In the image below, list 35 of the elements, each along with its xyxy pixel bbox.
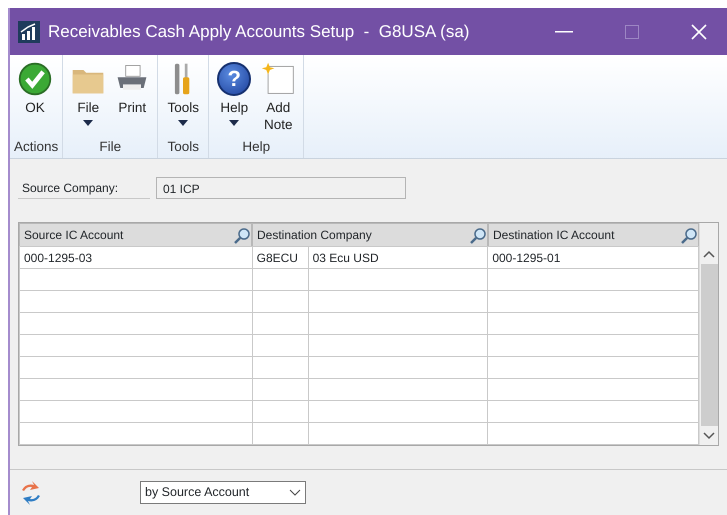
chevron-down-icon	[289, 489, 301, 496]
ribbon-button[interactable]: File	[67, 59, 110, 138]
close-icon[interactable]	[691, 24, 707, 40]
group-label: File	[98, 138, 122, 156]
ribbon-button[interactable]: ? Help	[213, 59, 256, 138]
group-label: Tools	[166, 138, 200, 156]
note-icon	[260, 61, 296, 97]
scrollbar[interactable]	[699, 223, 718, 445]
scroll-thumb[interactable]	[700, 264, 718, 426]
group-label: Help	[241, 138, 272, 156]
group-label: Actions	[14, 138, 58, 156]
lookup-icon[interactable]	[681, 226, 698, 244]
help-icon: ?	[217, 62, 252, 96]
column-header: Source IC Account	[24, 227, 124, 244]
window-title: Receivables Cash Apply Accounts Setup - G8USA (sa)	[48, 20, 470, 43]
table-cell: 03 Ecu USD	[308, 246, 488, 268]
scroll-down-icon[interactable]	[703, 432, 715, 440]
lookup-icon[interactable]	[234, 226, 251, 244]
ribbon-button[interactable]: OK	[14, 59, 56, 138]
ribbon-button[interactable]: Print	[111, 59, 154, 138]
table-cell: G8ECU	[252, 246, 308, 268]
source-company-label: Source Company:	[18, 177, 150, 199]
ribbon-button[interactable]: Tools	[162, 59, 204, 138]
app-icon	[18, 20, 40, 42]
table-cell: 000-1295-03	[20, 246, 252, 268]
source-company-field: 01 ICP	[156, 177, 406, 199]
scroll-up-icon[interactable]	[703, 250, 715, 258]
table-cell: 000-1295-01	[488, 246, 698, 268]
ribbon-button[interactable]: Add Note	[257, 59, 300, 138]
column-header: Destination IC Account	[493, 227, 614, 244]
ok-icon	[17, 61, 53, 97]
column-header: Destination Company	[257, 227, 372, 244]
minimize-icon[interactable]	[555, 30, 573, 32]
sort-dropdown[interactable]: by Source Account	[140, 481, 306, 504]
lookup-icon[interactable]	[470, 226, 487, 244]
